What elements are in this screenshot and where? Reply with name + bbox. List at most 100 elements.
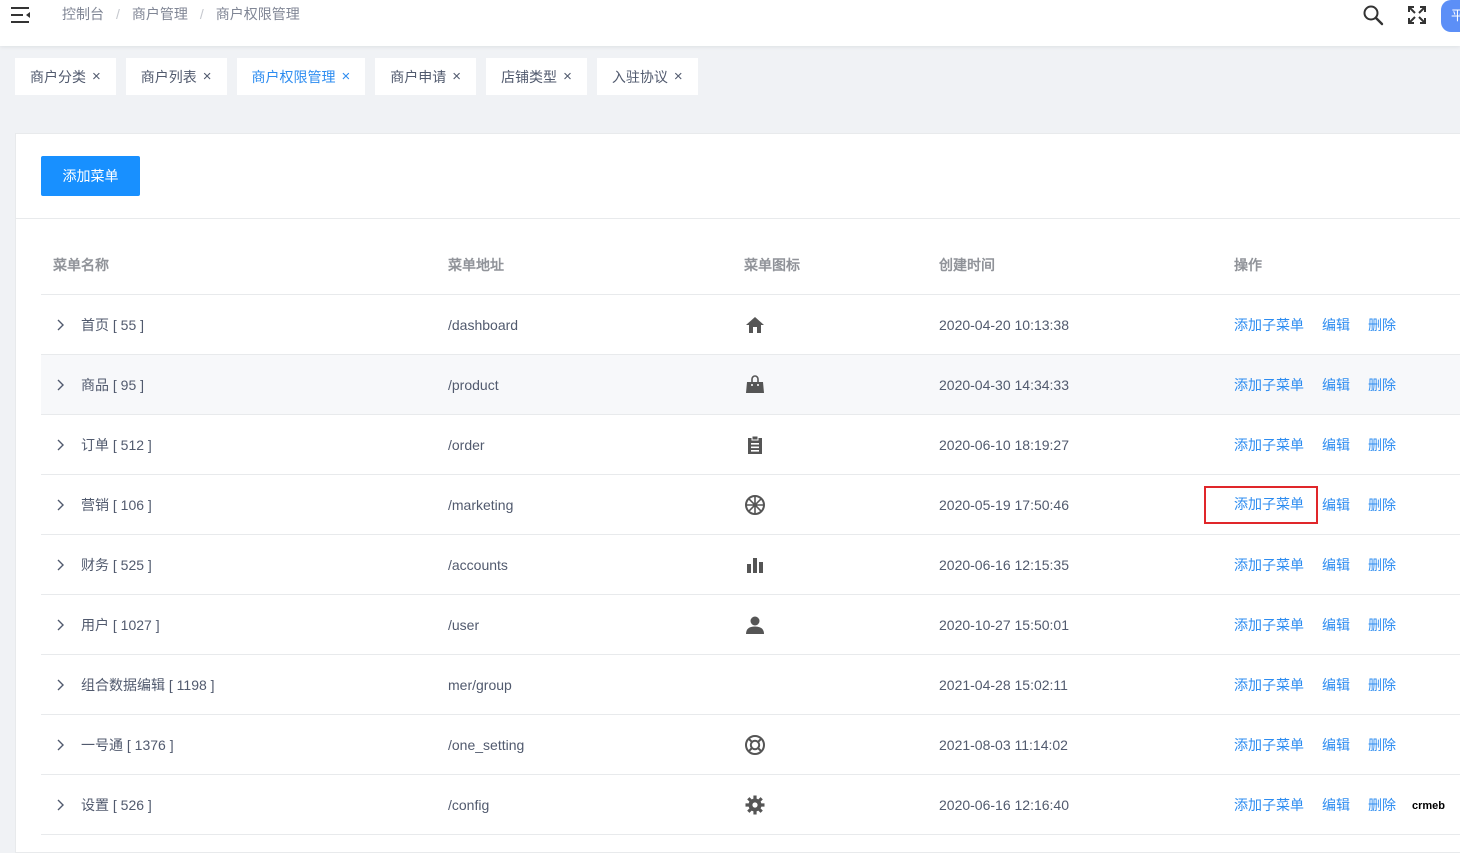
tag-label: 商户申请 bbox=[390, 68, 447, 85]
chevron-right-icon[interactable] bbox=[53, 378, 67, 392]
menu-url: mer/group bbox=[448, 676, 512, 693]
chevron-right-icon[interactable] bbox=[53, 558, 67, 572]
add-submenu-link[interactable]: 添加子菜单 bbox=[1234, 675, 1304, 695]
created-time: 2021-04-28 15:02:11 bbox=[939, 676, 1068, 693]
menu-name: 营销 [ 106 ] bbox=[81, 496, 152, 513]
delete-link[interactable]: 删除 bbox=[1368, 615, 1396, 635]
table-row: 首页 [ 55 ] /dashboard 2020-04-20 10:13:38… bbox=[41, 295, 1460, 355]
edit-link[interactable]: 编辑 bbox=[1322, 615, 1350, 635]
table-row: 订单 [ 512 ] /order 2020-06-10 18:19:27 添加… bbox=[41, 415, 1460, 475]
edit-link[interactable]: 编辑 bbox=[1322, 435, 1350, 455]
column-header-url: 菜单地址 bbox=[448, 257, 504, 273]
menu-fold-icon[interactable] bbox=[10, 5, 32, 25]
close-icon[interactable]: × bbox=[92, 68, 101, 85]
tag-settlement-agreement[interactable]: 入驻协议 × bbox=[596, 58, 698, 95]
add-submenu-link[interactable]: 添加子菜单 bbox=[1234, 435, 1304, 455]
menu-url: /accounts bbox=[448, 556, 508, 573]
delete-link[interactable]: 删除 bbox=[1368, 735, 1396, 755]
table-row: 财务 [ 525 ] /accounts 2020-06-16 12:15:35… bbox=[41, 535, 1460, 595]
menu-url: /dashboard bbox=[448, 316, 519, 333]
delete-link[interactable]: 删除 bbox=[1368, 315, 1396, 335]
menu-name: 用户 [ 1027 ] bbox=[81, 616, 160, 633]
created-time: 2021-08-03 11:14:02 bbox=[939, 736, 1068, 753]
breadcrumb-separator: / bbox=[116, 6, 120, 22]
menu-url: /marketing bbox=[448, 496, 514, 513]
search-icon[interactable] bbox=[1362, 4, 1384, 26]
avatar[interactable]: 平 bbox=[1441, 0, 1460, 32]
edit-link[interactable]: 编辑 bbox=[1322, 375, 1350, 395]
tag-merchant-category[interactable]: 商户分类 × bbox=[15, 58, 116, 95]
add-submenu-link[interactable]: 添加子菜单 bbox=[1234, 315, 1304, 335]
chevron-right-icon[interactable] bbox=[53, 438, 67, 452]
menu-url: /one_setting bbox=[448, 736, 525, 753]
column-header-icon: 菜单图标 bbox=[744, 257, 800, 273]
chevron-right-icon[interactable] bbox=[53, 738, 67, 752]
created-time: 2020-10-27 15:50:01 bbox=[939, 616, 1069, 633]
chevron-right-icon[interactable] bbox=[53, 318, 67, 332]
delete-link[interactable]: 删除 bbox=[1368, 375, 1396, 395]
bar-chart-icon bbox=[747, 557, 763, 573]
created-time: 2020-04-30 14:34:33 bbox=[939, 376, 1069, 393]
chevron-right-icon[interactable] bbox=[53, 798, 67, 812]
edit-link[interactable]: 编辑 bbox=[1322, 675, 1350, 695]
close-icon[interactable]: × bbox=[342, 68, 351, 85]
add-submenu-link[interactable]: 添加子菜单 bbox=[1234, 735, 1304, 755]
menu-url: /user bbox=[448, 616, 480, 633]
menu-url: /order bbox=[448, 436, 485, 453]
menu-name: 一号通 [ 1376 ] bbox=[81, 736, 174, 753]
lifebuoy-icon bbox=[745, 734, 765, 755]
table-header: 菜单名称 菜单地址 菜单图标 创建时间 操作 bbox=[41, 236, 1460, 295]
chevron-right-icon[interactable] bbox=[53, 678, 67, 692]
tag-label: 商户列表 bbox=[140, 68, 197, 85]
created-time: 2020-05-19 17:50:46 bbox=[939, 496, 1069, 513]
add-submenu-link[interactable]: 添加子菜单 bbox=[1234, 375, 1304, 395]
breadcrumb-item[interactable]: 商户管理 bbox=[132, 5, 188, 23]
add-submenu-link[interactable]: 添加子菜单 bbox=[1234, 555, 1304, 575]
table-row: 设置 [ 526 ] /config 2020-06-16 12:16:40 添… bbox=[41, 775, 1460, 835]
divider bbox=[16, 218, 1460, 219]
fullscreen-icon[interactable] bbox=[1406, 4, 1428, 26]
chevron-right-icon[interactable] bbox=[53, 498, 67, 512]
edit-link[interactable]: 编辑 bbox=[1322, 555, 1350, 575]
delete-link[interactable]: 删除 bbox=[1368, 555, 1396, 575]
menu-name: 组合数据编辑 [ 1198 ] bbox=[81, 676, 215, 693]
delete-link[interactable]: 删除 bbox=[1368, 675, 1396, 695]
tag-store-type[interactable]: 店铺类型 × bbox=[486, 58, 587, 95]
close-icon[interactable]: × bbox=[563, 68, 572, 85]
tag-merchant-application[interactable]: 商户申请 × bbox=[375, 58, 477, 95]
table-row: 一号通 [ 1376 ] /one_setting 2021-08-03 11:… bbox=[41, 715, 1460, 775]
tag-merchant-permission[interactable]: 商户权限管理 × bbox=[236, 58, 366, 95]
delete-link[interactable]: 删除 bbox=[1368, 435, 1396, 455]
add-submenu-link[interactable]: 添加子菜单 bbox=[1234, 615, 1304, 635]
menu-table: 菜单名称 菜单地址 菜单图标 创建时间 操作 首页 [ 55 ] /dashbo… bbox=[41, 236, 1460, 835]
breadcrumb: 控制台 / 商户管理 / 商户权限管理 bbox=[62, 5, 300, 23]
add-submenu-link[interactable]: 添加子菜单 bbox=[1204, 485, 1318, 524]
add-submenu-link[interactable]: 添加子菜单 bbox=[1234, 795, 1304, 815]
close-icon[interactable]: × bbox=[674, 68, 683, 85]
menu-name: 设置 [ 526 ] bbox=[81, 796, 152, 813]
menu-url: /product bbox=[448, 376, 499, 393]
breadcrumb-separator: / bbox=[199, 6, 204, 22]
chevron-right-icon[interactable] bbox=[53, 618, 67, 632]
close-icon[interactable]: × bbox=[203, 68, 212, 85]
menu-name: 财务 [ 525 ] bbox=[81, 556, 152, 573]
tag-label: 商户分类 bbox=[30, 68, 86, 85]
add-menu-button[interactable]: 添加菜单 bbox=[41, 156, 140, 196]
menu-name: 订单 [ 512 ] bbox=[81, 436, 152, 453]
edit-link[interactable]: 编辑 bbox=[1322, 315, 1350, 335]
created-time: 2020-04-20 10:13:38 bbox=[939, 316, 1069, 333]
tag-merchant-list[interactable]: 商户列表 × bbox=[125, 58, 227, 95]
breadcrumb-item: 商户权限管理 bbox=[215, 6, 300, 22]
created-time: 2020-06-16 12:16:40 bbox=[939, 796, 1069, 813]
close-icon[interactable]: × bbox=[452, 68, 461, 85]
created-time: 2020-06-10 18:19:27 bbox=[939, 436, 1069, 453]
home-icon bbox=[746, 316, 764, 333]
edit-link[interactable]: 编辑 bbox=[1322, 795, 1350, 815]
breadcrumb-item[interactable]: 控制台 bbox=[62, 5, 104, 23]
edit-link[interactable]: 编辑 bbox=[1322, 735, 1350, 755]
tags-bar: 商户分类 × 商户列表 × 商户权限管理 × 商户申请 × 店铺类型 × 入驻协议 × bbox=[15, 58, 708, 95]
delete-link[interactable]: 删除 bbox=[1368, 795, 1396, 815]
delete-link[interactable]: 删除 bbox=[1368, 495, 1396, 515]
edit-link[interactable]: 编辑 bbox=[1322, 495, 1350, 515]
table-row: 商品 [ 95 ] /product 2020-04-30 14:34:33 添… bbox=[41, 355, 1460, 415]
